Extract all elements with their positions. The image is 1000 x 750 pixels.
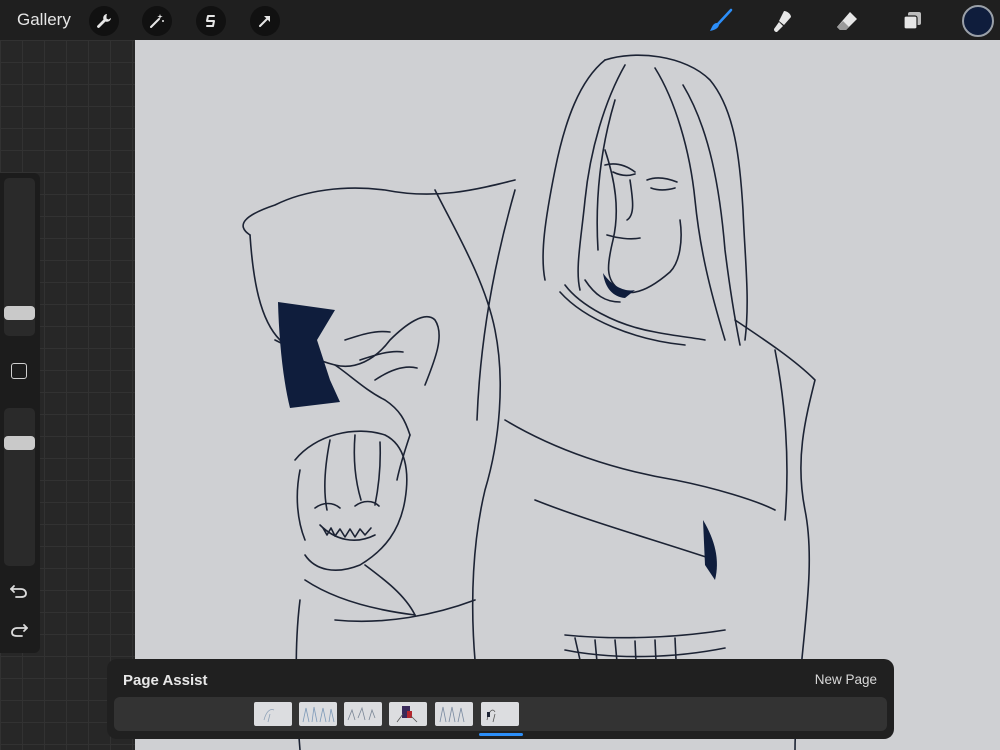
- color-picker-button[interactable]: [962, 5, 994, 37]
- page-thumbnail[interactable]: [389, 702, 427, 726]
- page-thumbnail[interactable]: [435, 702, 473, 726]
- opacity-thumb[interactable]: [4, 436, 35, 450]
- page-thumbnail[interactable]: [299, 702, 337, 726]
- undo-icon[interactable]: [8, 579, 30, 601]
- wrench-icon[interactable]: [89, 6, 119, 36]
- smudge-icon[interactable]: [768, 6, 798, 36]
- gallery-button[interactable]: Gallery: [17, 0, 71, 40]
- brush-icon[interactable]: [705, 6, 735, 36]
- layers-icon[interactable]: [897, 6, 927, 36]
- page-thumbnail[interactable]: [344, 702, 382, 726]
- selection-icon[interactable]: [196, 6, 226, 36]
- new-page-button[interactable]: New Page: [815, 672, 877, 687]
- top-toolbar: Gallery: [0, 0, 1000, 40]
- transform-arrow-icon[interactable]: [250, 6, 280, 36]
- brush-size-thumb[interactable]: [4, 306, 35, 320]
- brush-size-slider[interactable]: [4, 178, 35, 336]
- page-assist-panel: Page Assist New Page: [107, 659, 894, 739]
- page-thumbnail[interactable]: [254, 702, 292, 726]
- eraser-icon[interactable]: [832, 6, 862, 36]
- modify-square-icon[interactable]: [11, 363, 27, 379]
- drawing-canvas[interactable]: [135, 40, 1000, 750]
- left-sidebar: [0, 173, 40, 653]
- active-page-indicator: [479, 733, 523, 736]
- page-thumbnail-active[interactable]: [481, 702, 519, 726]
- magic-wand-icon[interactable]: [142, 6, 172, 36]
- opacity-slider[interactable]: [4, 408, 35, 566]
- sketch-artwork: [242, 54, 816, 750]
- redo-icon[interactable]: [8, 618, 30, 640]
- page-assist-title: Page Assist: [123, 672, 208, 689]
